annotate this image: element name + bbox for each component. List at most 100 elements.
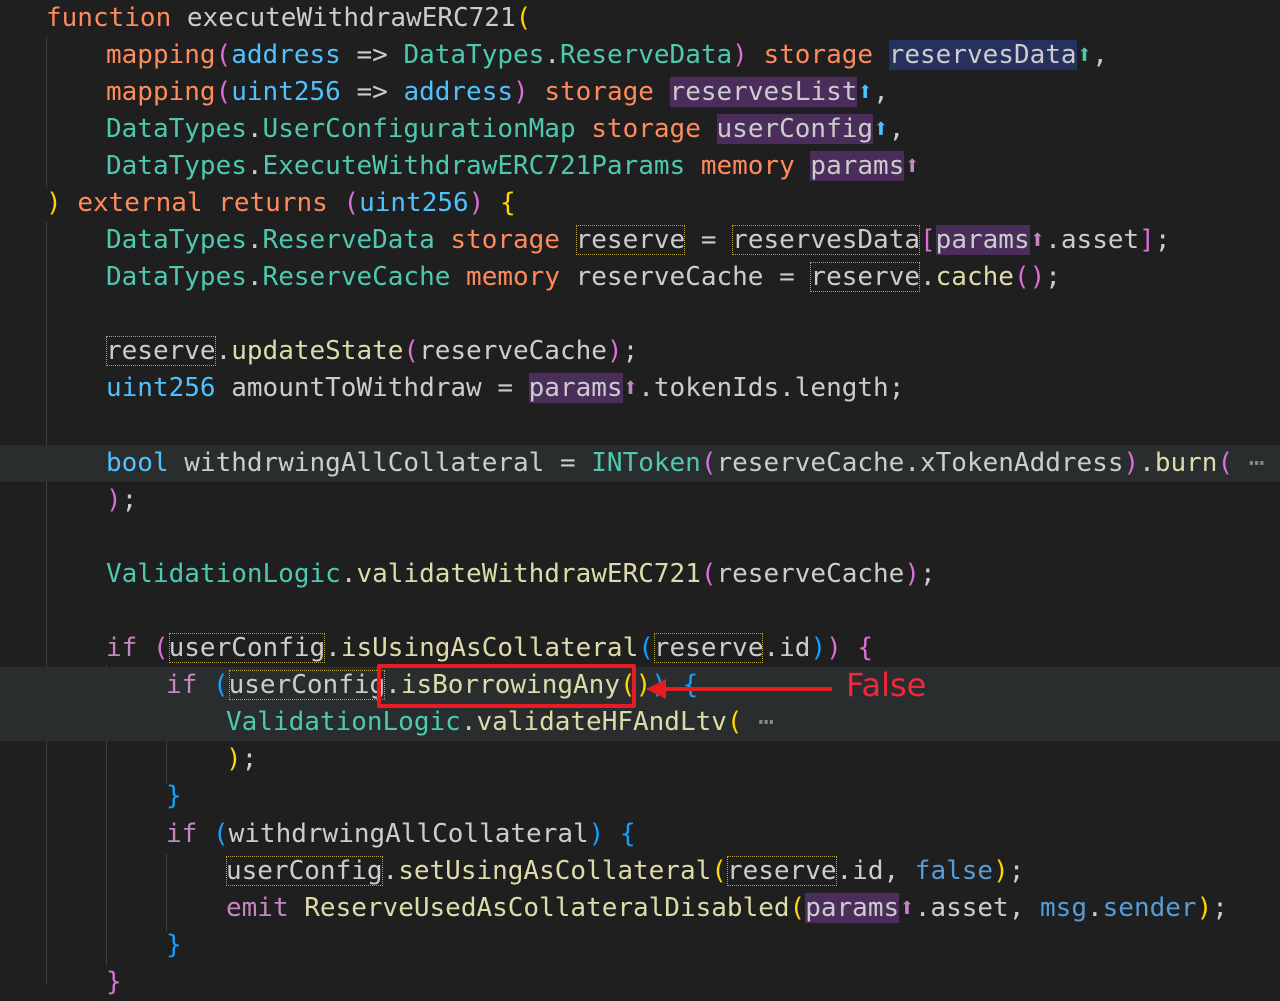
- code-token: reserve: [810, 262, 920, 292]
- code-token: ValidationLogic: [226, 707, 461, 737]
- code-token: .id,: [836, 856, 915, 886]
- code-line[interactable]: uint256 amountToWithdraw = params⬆.token…: [0, 370, 1280, 407]
- code-line[interactable]: }: [0, 927, 1280, 964]
- code-token: burn: [1154, 448, 1218, 478]
- code-line[interactable]: if (userConfig.isUsingAsCollateral(reser…: [0, 630, 1280, 667]
- code-line[interactable]: );: [0, 741, 1280, 778]
- code-line[interactable]: [0, 519, 1280, 556]
- code-token: ]: [1139, 225, 1155, 255]
- code-token: validateWithdrawERC721: [356, 559, 701, 589]
- parameter-arrow-icon: ⬆: [899, 893, 915, 923]
- code-token: params: [805, 893, 900, 923]
- code-line[interactable]: mapping(address => DataTypes.ReserveData…: [0, 37, 1280, 74]
- code-token: .id: [763, 633, 811, 663]
- code-token: reserveCache =: [559, 262, 811, 292]
- code-text: mapping(uint256 => address) storage rese…: [106, 74, 889, 111]
- code-token: ): [732, 40, 748, 70]
- code-text: if (userConfig.isUsingAsCollateral(reser…: [106, 630, 873, 667]
- code-line[interactable]: DataTypes.UserConfigurationMap storage u…: [0, 111, 1280, 148]
- code-text: );: [226, 741, 257, 778]
- code-token: (: [215, 40, 232, 70]
- code-token: (: [215, 77, 232, 107]
- code-text: }: [166, 927, 182, 964]
- code-token: .: [340, 559, 357, 589]
- code-text: if (withdrwingAllCollateral) {: [166, 816, 636, 853]
- arrow-head-icon: [646, 679, 666, 699]
- code-line[interactable]: [0, 407, 1280, 444]
- code-line[interactable]: }: [0, 964, 1280, 1001]
- code-token: memory: [700, 151, 795, 181]
- code-line[interactable]: userConfig.setUsingAsCollateral(reserve.…: [0, 853, 1280, 890]
- code-line[interactable]: ValidationLogic.validateWithdrawERC721(r…: [0, 556, 1280, 593]
- code-line[interactable]: DataTypes.ReserveCache memory reserveCac…: [0, 259, 1280, 296]
- code-token: storage: [591, 114, 701, 144]
- code-text: function executeWithdrawERC721(: [46, 0, 531, 37]
- code-token: bool: [106, 448, 169, 478]
- code-token: reserve: [653, 633, 764, 663]
- code-token: cache: [935, 262, 1014, 292]
- code-token: address: [403, 77, 514, 107]
- code-token: withdrwingAllCollateral: [228, 819, 589, 849]
- code-token: (: [726, 707, 743, 737]
- code-token: (: [212, 819, 229, 849]
- code-text: );: [106, 482, 137, 519]
- code-line[interactable]: }: [0, 778, 1280, 815]
- code-token: ;: [1154, 225, 1171, 255]
- code-token: .tokenIds.length;: [638, 373, 905, 403]
- code-token: ): [1123, 448, 1140, 478]
- code-token: }: [106, 967, 122, 997]
- code-token: returns: [218, 188, 328, 218]
- code-token: ValidationLogic: [106, 559, 341, 589]
- code-token: .: [215, 336, 232, 366]
- code-token: ): [826, 633, 842, 663]
- code-text: ValidationLogic.validateWithdrawERC721(r…: [106, 556, 936, 593]
- code-text: userConfig.setUsingAsCollateral(reserve.…: [226, 853, 1024, 890]
- code-token: .: [246, 151, 263, 181]
- code-token: .: [544, 40, 560, 70]
- code-line[interactable]: );: [0, 482, 1280, 519]
- code-editor[interactable]: function executeWithdrawERC721(mapping(a…: [0, 0, 1280, 997]
- code-line[interactable]: if (withdrwingAllCollateral) {: [0, 816, 1280, 853]
- code-line[interactable]: mapping(uint256 => address) storage rese…: [0, 74, 1280, 111]
- code-line[interactable]: [0, 593, 1280, 630]
- code-token: userConfig: [228, 670, 386, 700]
- code-token: msg: [1040, 893, 1087, 923]
- code-line[interactable]: ValidationLogic.validateHFAndLtv( ⋯: [0, 704, 1280, 741]
- code-line[interactable]: reserve.updateState(reserveCache);: [0, 333, 1280, 370]
- code-token: ): [1196, 893, 1213, 923]
- code-token: reserveCache: [419, 336, 607, 366]
- code-token: if: [166, 819, 198, 849]
- code-token: (: [343, 188, 360, 218]
- code-token: ;: [1045, 262, 1061, 292]
- code-line[interactable]: [0, 296, 1280, 333]
- code-token: ): [904, 559, 920, 589]
- code-line[interactable]: ) external returns (uint256) {: [0, 185, 1280, 222]
- code-token: ;: [121, 485, 138, 515]
- code-line[interactable]: DataTypes.ReserveData storage reserve = …: [0, 222, 1280, 259]
- code-token: executeWithdrawERC721: [171, 3, 516, 33]
- code-line[interactable]: bool withdrwingAllCollateral = INToken(r…: [0, 445, 1280, 482]
- code-token: validateHFAndLtv: [476, 707, 727, 737]
- code-token: .: [325, 633, 341, 663]
- parameter-arrow-icon: ⬆: [904, 151, 920, 181]
- code-token: userConfig: [168, 633, 326, 663]
- code-line[interactable]: emit ReserveUsedAsCollateralDisabled(par…: [0, 890, 1280, 927]
- code-token: ExecuteWithdrawERC721Params: [262, 151, 686, 181]
- code-line[interactable]: DataTypes.ExecuteWithdrawERC721Params me…: [0, 148, 1280, 185]
- code-token: {: [857, 633, 874, 663]
- code-line[interactable]: if (userConfig.isBorrowingAny()) {: [0, 667, 1280, 704]
- code-token: ,: [873, 77, 889, 107]
- parameter-arrow-icon: ⬆: [857, 77, 874, 107]
- code-line[interactable]: function executeWithdrawERC721(: [0, 0, 1280, 37]
- code-token: (: [789, 893, 806, 923]
